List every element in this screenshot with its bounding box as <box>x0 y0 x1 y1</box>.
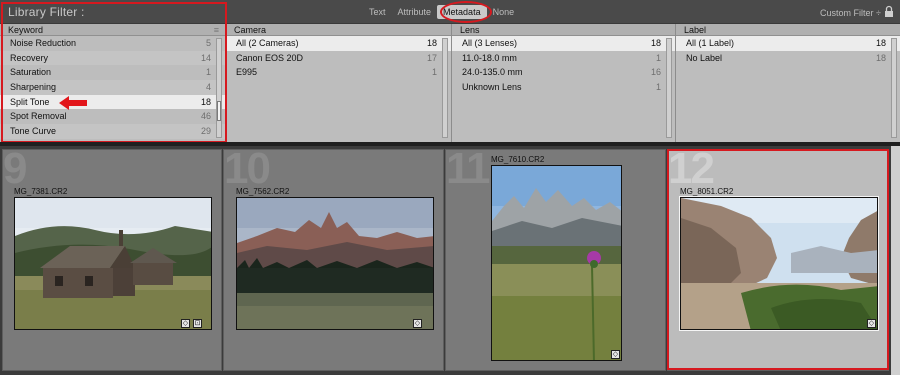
list-item[interactable]: Sharpening 4 <box>0 80 225 95</box>
grid-cell-selected[interactable]: 12 MG_8051.CR2 ◇ <box>667 149 889 371</box>
library-filter-bar: Library Filter : Text Attribute Metadata… <box>0 0 900 24</box>
keyword-scrollbar[interactable] <box>216 38 222 138</box>
tab-none[interactable]: None <box>487 5 521 19</box>
lens-list: All (3 Lenses) 18 11.0-18.0 mm 1 24.0-135.… <box>452 36 675 95</box>
camera-column: Camera All (2 Cameras) 18 Canon EOS 20D 17… <box>226 24 452 142</box>
list-item-selected[interactable]: Split Tone 18 <box>0 94 225 110</box>
metadata-columns: Keyword ≡ Noise Reduction 5 Recovery 14 Sa… <box>0 24 900 142</box>
list-item[interactable]: No Label 18 <box>676 51 900 66</box>
tab-text[interactable]: Text <box>363 5 392 19</box>
label-scrollbar[interactable] <box>891 38 897 138</box>
keyword-badge-icon[interactable]: ◇ <box>181 319 190 328</box>
tab-attribute[interactable]: Attribute <box>392 5 438 19</box>
camera-scrollbar[interactable] <box>442 38 448 138</box>
lens-column-header[interactable]: Lens <box>452 24 675 36</box>
list-item[interactable]: Recovery 14 <box>0 50 225 66</box>
cell-filename: MG_7562.CR2 <box>236 187 290 196</box>
grid-cell[interactable]: 11 MG_7610.CR2 ◇ <box>445 149 666 371</box>
arrow-left-icon <box>59 96 87 110</box>
lens-column: Lens All (3 Lenses) 18 11.0-18.0 mm 1 24.0… <box>452 24 676 142</box>
label-header-label: Label <box>684 25 707 35</box>
list-item[interactable]: Canon EOS 20D 17 <box>226 51 451 66</box>
cell-filename: MG_7381.CR2 <box>14 187 68 196</box>
grid-scrollbar[interactable] <box>891 146 900 375</box>
filter-tabs: Text Attribute Metadata None <box>363 5 520 19</box>
list-item[interactable]: E995 1 <box>226 65 451 80</box>
photo-thumbnail[interactable] <box>679 196 879 331</box>
grid-cell[interactable]: 10 MG_7562.CR2 ◇ <box>223 149 444 371</box>
prairie-cabin-photo <box>15 198 211 329</box>
keyword-column-header[interactable]: Keyword ≡ <box>0 24 225 36</box>
photo-thumbnail[interactable] <box>491 165 622 361</box>
grid-cell[interactable]: 9 MG_7381.CR2 ◇ ⊡ <box>2 149 222 371</box>
camera-list: All (2 Cameras) 18 Canon EOS 20D 17 E995 1 <box>226 36 451 80</box>
scrollbar-thumb[interactable] <box>217 101 221 121</box>
list-item[interactable]: 24.0-135.0 mm 16 <box>452 65 675 80</box>
list-item-selected[interactable]: All (3 Lenses) 18 <box>452 36 675 51</box>
library-filter-title: Library Filter : <box>8 5 85 19</box>
label-list: All (1 Label) 18 No Label 18 <box>676 36 900 65</box>
mountain-sunset-photo <box>237 198 433 329</box>
photo-thumbnail[interactable] <box>14 197 212 330</box>
cell-index-number: 11 <box>446 149 490 193</box>
list-item-selected[interactable]: All (2 Cameras) 18 <box>226 36 451 51</box>
list-item[interactable]: 11.0-18.0 mm 1 <box>452 51 675 66</box>
label-column-header[interactable]: Label <box>676 24 900 36</box>
custom-filter-preset-menu[interactable]: Custom Filter ÷ <box>820 8 881 18</box>
keyword-column: Keyword ≡ Noise Reduction 5 Recovery 14 Sa… <box>0 24 226 142</box>
canyon-valley-photo <box>681 198 877 329</box>
keyword-badge-icon[interactable]: ◇ <box>413 319 422 328</box>
lock-icon[interactable] <box>884 5 894 18</box>
list-item[interactable]: Unknown Lens 1 <box>452 80 675 95</box>
camera-column-header[interactable]: Camera <box>226 24 451 36</box>
keyword-list: Noise Reduction 5 Recovery 14 Saturation 1 … <box>0 36 225 139</box>
cell-filename: MG_7610.CR2 <box>491 155 545 164</box>
list-item[interactable]: Tone Curve 29 <box>0 124 225 139</box>
lens-scrollbar[interactable] <box>666 38 672 138</box>
tab-metadata[interactable]: Metadata <box>437 5 487 19</box>
keyword-badge-icon[interactable]: ◇ <box>867 319 876 328</box>
column-menu-icon[interactable]: ≡ <box>214 24 219 36</box>
photo-thumbnail[interactable] <box>236 197 434 330</box>
cell-filename: MG_8051.CR2 <box>680 187 734 196</box>
list-item-selected[interactable]: All (1 Label) 18 <box>676 36 900 51</box>
keyword-badge-icon[interactable]: ◇ <box>611 350 620 359</box>
keyword-header-label: Keyword <box>8 25 44 35</box>
develop-badge-icon[interactable]: ⊡ <box>193 319 202 328</box>
list-item[interactable]: Saturation 1 <box>0 65 225 80</box>
label-column: Label All (1 Label) 18 No Label 18 <box>676 24 900 142</box>
thumbnail-grid: 9 MG_7381.CR2 ◇ ⊡ 10 MG_7562.CR2 ◇ 11 MG… <box>0 146 900 375</box>
list-item[interactable]: Spot Removal 46 <box>0 109 225 124</box>
lens-header-label: Lens <box>460 25 480 35</box>
camera-header-label: Camera <box>234 25 267 35</box>
thistle-meadow-photo <box>492 166 621 360</box>
list-item[interactable]: Noise Reduction 5 <box>0 36 225 51</box>
